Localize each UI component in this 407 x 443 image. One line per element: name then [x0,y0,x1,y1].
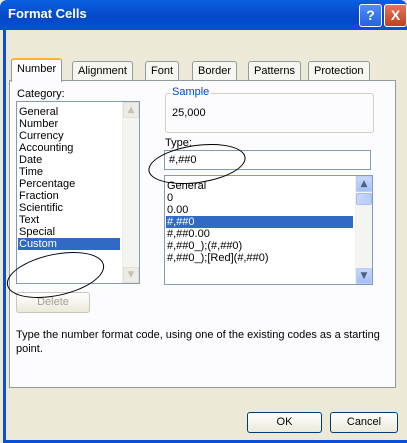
title-bar: Format Cells ? X [0,0,407,30]
type-item[interactable]: 0 [167,192,173,204]
type-input-value: #,##0 [169,154,197,166]
type-item-selected[interactable]: #,##0 [166,216,353,228]
description-text: Type the number format code, using one o… [16,329,380,355]
close-button[interactable]: X [384,4,407,27]
delete-button[interactable]: Delete [16,292,90,313]
category-scrollbar[interactable]: ▲ ▼ [122,102,139,283]
category-item[interactable]: Number [19,118,58,130]
category-item[interactable]: Scientific [19,202,63,214]
type-item[interactable]: #,##0_);(#,##0) [167,240,242,252]
category-item[interactable]: Percentage [19,178,75,190]
tab-protection[interactable]: Protection [308,61,370,80]
type-label: Type: [165,137,192,149]
scroll-up-icon[interactable]: ▲ [356,176,372,192]
type-item[interactable]: #,##0_);[Red](#,##0) [167,252,269,264]
cancel-button[interactable]: Cancel [330,412,398,433]
sample-legend: Sample [170,86,212,98]
category-item[interactable]: Fraction [19,190,59,202]
tab-font[interactable]: Font [145,61,180,80]
sample-group: Sample 25,000 [165,86,374,133]
category-item[interactable]: Date [19,154,42,166]
ok-button[interactable]: OK [247,412,322,433]
tab-number[interactable]: Number [11,58,63,82]
scroll-down-icon[interactable]: ▼ [123,267,139,283]
type-item[interactable]: 0.00 [167,204,188,216]
sample-value: 25,000 [172,107,206,119]
tab-alignment[interactable]: Alignment [72,61,133,80]
category-label: Category: [17,88,65,100]
category-item[interactable]: Time [19,166,43,178]
category-item[interactable]: Text [19,214,39,226]
tab-border[interactable]: Border [192,61,238,80]
category-item[interactable]: General [19,106,58,118]
help-button[interactable]: ? [359,4,382,27]
category-item-selected[interactable]: Custom [18,238,120,250]
scroll-thumb[interactable] [356,193,372,205]
window-title: Format Cells [8,6,87,21]
tab-patterns[interactable]: Patterns [248,61,301,80]
scroll-up-icon[interactable]: ▲ [123,102,139,118]
category-list[interactable]: General Number Currency Accounting Date … [16,101,140,284]
type-item[interactable]: General [167,180,206,192]
type-list[interactable]: General 0 0.00 #,##0 #,##0.00 #,##0_);(#… [164,175,373,285]
type-scrollbar[interactable]: ▲ ▼ [355,176,372,284]
scroll-down-icon[interactable]: ▼ [356,268,372,284]
type-input[interactable]: #,##0 [164,150,371,170]
category-item[interactable]: Currency [19,130,64,142]
category-item[interactable]: Special [19,226,55,238]
category-item[interactable]: Accounting [19,142,73,154]
type-item[interactable]: #,##0.00 [167,228,210,240]
